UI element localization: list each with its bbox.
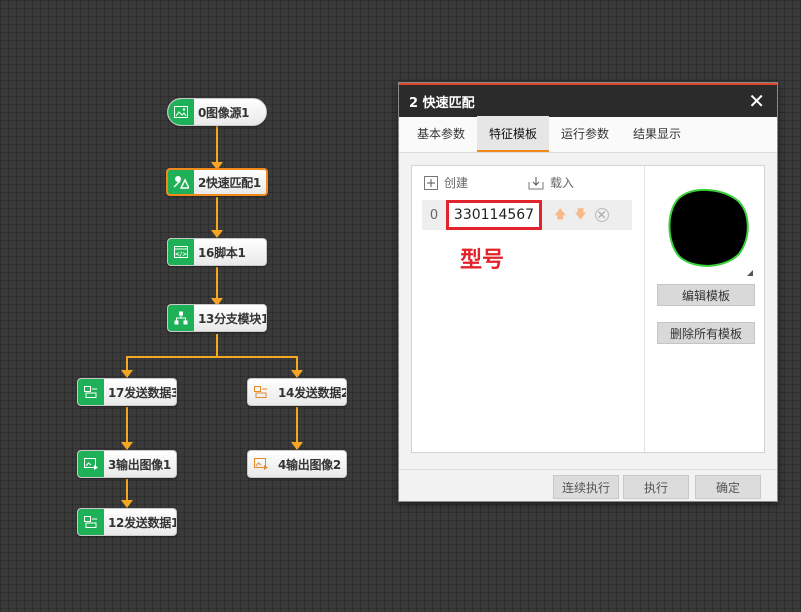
image-source-icon (168, 99, 194, 125)
move-down-icon[interactable]: 🡇 (574, 205, 586, 226)
load-button[interactable]: 载入 (528, 174, 574, 191)
send-data-icon (78, 509, 104, 535)
create-button[interactable]: 创建 (424, 174, 468, 191)
flow-node-label: 4输出图像2 (278, 457, 341, 472)
connector-13-branch (126, 334, 218, 370)
flow-node-branch[interactable]: 13分支模块1 (167, 304, 267, 332)
flow-node-label: 13分支模块1 (198, 311, 267, 326)
tab-feature-template[interactable]: 特征模板 (477, 116, 550, 152)
send-data-icon (78, 379, 104, 405)
dialog-title: 2 快速匹配 (409, 95, 475, 111)
flow-node-label: 12发送数据1 (108, 515, 177, 530)
download-icon (528, 176, 544, 189)
flow-node-send-data-1[interactable]: 12发送数据1 (77, 508, 177, 536)
template-row[interactable]: 0 330114567 🡅 🡇 ✕ (422, 200, 632, 230)
remove-icon[interactable]: ✕ (594, 208, 609, 222)
close-icon[interactable]: ✕ (748, 91, 765, 111)
flow-node-label: 17发送数据3 (108, 385, 177, 400)
template-index: 0 (429, 207, 439, 223)
connector-13-branch-right (217, 356, 298, 370)
confirm-button[interactable]: 确定 (695, 475, 761, 499)
template-toolbar: 创建 载入 (424, 174, 574, 191)
row-actions: 🡅 🡇 ✕ (554, 205, 609, 226)
template-panel: 创建 载入 0 330114567 🡅 🡇 ✕ 型号 编辑模板 删除所有模板 (411, 165, 765, 453)
branch-icon (168, 305, 194, 331)
tab-basic-params[interactable]: 基本参数 (405, 116, 477, 152)
move-up-icon[interactable]: 🡅 (554, 205, 566, 226)
tab-result-display[interactable]: 结果显示 (621, 116, 693, 152)
flow-node-image-source[interactable]: 0图像源1 (167, 98, 267, 126)
dialog-tabs: 基本参数 特征模板 运行参数 结果显示 (399, 116, 777, 153)
flow-node-output-image-2[interactable]: 4输出图像2 (247, 450, 347, 478)
flow-node-label: 14发送数据2 (278, 385, 347, 400)
fast-match-dialog: 2 快速匹配 ✕ 基本参数 特征模板 运行参数 结果显示 创建 载入 0 330… (398, 82, 778, 502)
flow-node-send-data-2[interactable]: 14发送数据2 (247, 378, 347, 406)
template-preview-pane: 编辑模板 删除所有模板 (644, 166, 764, 452)
dialog-titlebar[interactable]: 2 快速匹配 ✕ (399, 83, 777, 117)
edit-template-button[interactable]: 编辑模板 (657, 284, 755, 306)
flow-node-script[interactable]: </> 16脚本1 (167, 238, 267, 266)
output-image-icon (78, 451, 104, 477)
script-icon: </> (168, 239, 194, 265)
flow-node-label: 2快速匹配1 (198, 175, 261, 190)
continuous-run-button[interactable]: 连续执行 (553, 475, 619, 499)
plus-icon (424, 175, 438, 190)
send-data-icon (248, 379, 274, 405)
flow-node-fast-match[interactable]: 2快速匹配1 (166, 168, 268, 196)
template-thumbnail (657, 178, 755, 276)
delete-all-templates-button[interactable]: 删除所有模板 (657, 322, 755, 344)
run-button[interactable]: 执行 (623, 475, 689, 499)
create-label: 创建 (444, 176, 469, 190)
flow-node-output-image-1[interactable]: 3输出图像1 (77, 450, 177, 478)
output-image-icon (248, 451, 274, 477)
template-list-pane: 创建 载入 0 330114567 🡅 🡇 ✕ 型号 (412, 166, 644, 452)
dialog-footer: 连续执行 执行 确定 (399, 469, 777, 501)
fast-match-icon (168, 170, 194, 194)
flow-node-label: 3输出图像1 (108, 457, 171, 472)
tab-run-params[interactable]: 运行参数 (549, 116, 621, 152)
flow-node-label: 16脚本1 (198, 245, 246, 260)
flow-node-send-data-3[interactable]: 17发送数据3 (77, 378, 177, 406)
svg-text:</>: </> (175, 251, 187, 258)
template-name-highlight[interactable]: 330114567 (446, 200, 542, 230)
annotation-label: 型号 (460, 248, 505, 273)
load-label: 载入 (550, 176, 575, 190)
flow-node-label: 0图像源1 (198, 105, 250, 120)
